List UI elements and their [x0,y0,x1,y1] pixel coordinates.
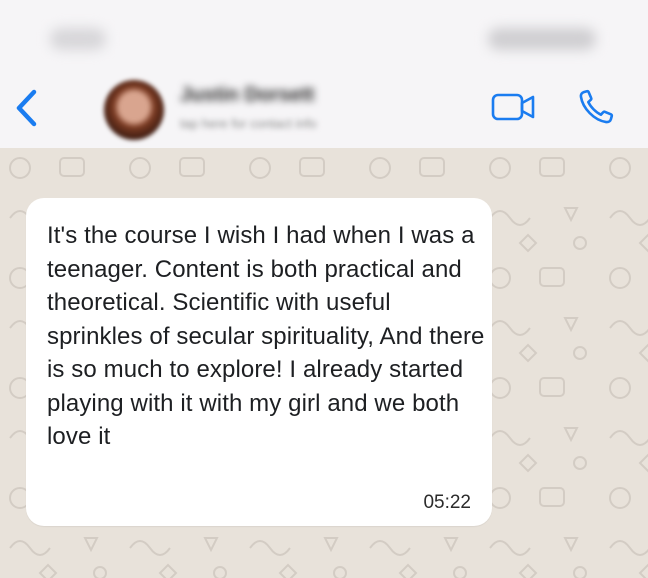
voice-call-button[interactable] [575,86,617,128]
status-bar [0,0,648,72]
chevron-left-icon [16,89,37,127]
contact-name[interactable]: Justin Dorsett [180,84,314,107]
message-text: It's the course I wish I had when I was … [47,222,485,450]
back-button[interactable] [10,88,44,128]
message-bubble[interactable]: It's the course I wish I had when I was … [26,198,492,526]
chat-area[interactable]: It's the course I wish I had when I was … [0,148,648,578]
chat-header: Justin Dorsett tap here for contact info [0,72,648,148]
status-time [50,28,106,50]
video-camera-icon [491,93,535,121]
phone-icon [579,89,614,124]
video-call-button[interactable] [490,90,538,124]
message-timestamp: 05:22 [423,492,471,513]
contact-avatar[interactable] [104,80,164,140]
contact-subtitle[interactable]: tap here for contact info [180,116,317,131]
status-indicators [488,28,596,50]
